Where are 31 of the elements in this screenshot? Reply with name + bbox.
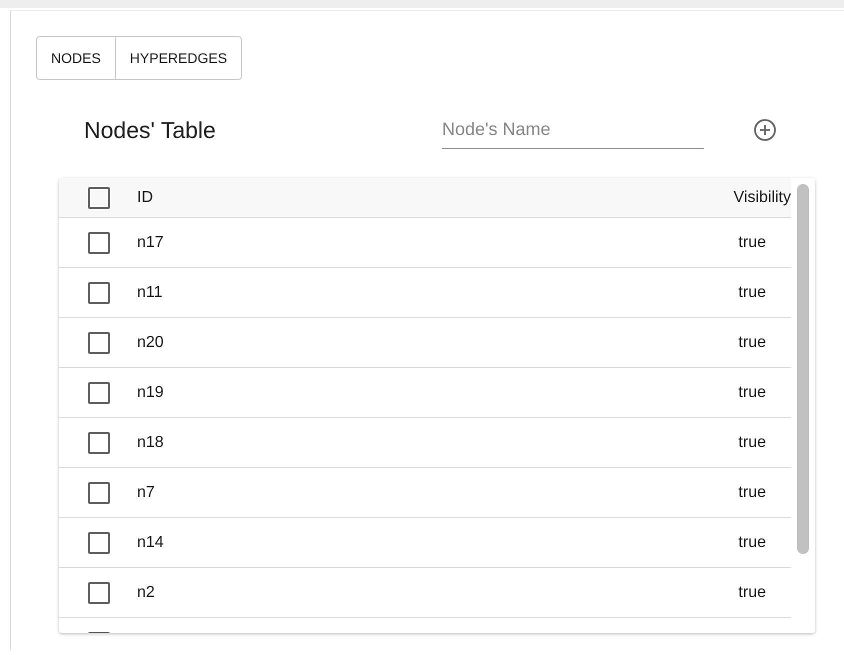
row-checkbox[interactable] xyxy=(88,532,110,554)
table-cell-text: n14 xyxy=(137,534,165,552)
select-all-checkbox[interactable] xyxy=(88,186,110,208)
table-cell-text: n11 xyxy=(137,284,164,302)
table-cell: true xyxy=(738,484,766,502)
table-cell: true xyxy=(738,284,766,302)
row-checkbox[interactable] xyxy=(88,482,110,504)
table-cell-text: n2 xyxy=(137,584,156,602)
table-cell: true xyxy=(738,434,766,452)
column-header: ID xyxy=(137,188,154,206)
column-header: Visibility xyxy=(734,188,791,206)
table-cell: true xyxy=(738,234,766,252)
table-cell: true xyxy=(738,334,766,352)
row-checkbox[interactable] xyxy=(88,282,110,304)
table-cell-text: n19 xyxy=(137,384,165,402)
row-checkbox[interactable] xyxy=(88,232,110,254)
table-title: Nodes' Table xyxy=(84,116,217,144)
table-cell-text: n7 xyxy=(137,484,156,502)
table-cell-text: n18 xyxy=(137,434,165,452)
table-cell-text: n17 xyxy=(137,234,165,252)
row-checkbox[interactable] xyxy=(88,432,110,454)
tab-button[interactable]: NODES xyxy=(36,36,116,80)
row-checkbox[interactable] xyxy=(88,382,110,404)
table-cell: true xyxy=(738,584,766,602)
table-cell: true xyxy=(738,384,766,402)
row-checkbox[interactable] xyxy=(88,582,110,604)
tab-button[interactable]: HYPEREDGES xyxy=(116,36,242,80)
row-checkbox[interactable] xyxy=(88,332,110,354)
table-cell-text: n20 xyxy=(137,334,165,352)
table-cell: true xyxy=(738,534,766,552)
add-icon[interactable] xyxy=(753,118,777,142)
